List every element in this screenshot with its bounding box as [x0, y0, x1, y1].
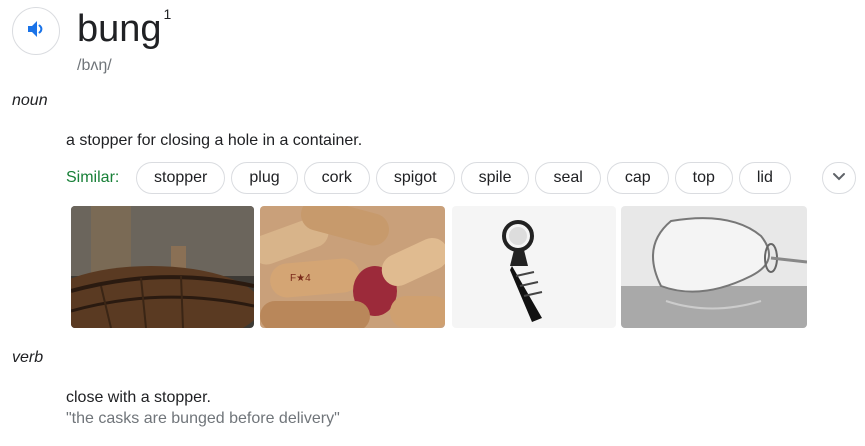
similar-chip-cork[interactable]: cork — [303, 162, 370, 194]
expand-similar-button[interactable] — [822, 162, 856, 194]
image-bottle-stopper[interactable] — [452, 206, 616, 328]
similar-chips: stopper plug cork spigot spile seal cap … — [136, 162, 791, 194]
similar-chip-seal[interactable]: seal — [535, 162, 601, 194]
similar-chip-top[interactable]: top — [674, 162, 733, 194]
noun-definition: a stopper for closing a hole in a contai… — [66, 132, 363, 149]
similar-chip-plug[interactable]: plug — [231, 162, 298, 194]
headword-text: bung — [77, 8, 162, 50]
similar-chip-spigot[interactable]: spigot — [375, 162, 455, 194]
part-of-speech-noun: noun — [12, 92, 48, 109]
speaker-volume-icon — [24, 17, 48, 46]
similar-label: Similar: — [66, 169, 120, 186]
similar-chip-lid[interactable]: lid — [738, 162, 791, 194]
similar-chip-cap[interactable]: cap — [606, 162, 669, 194]
similar-chip-stopper[interactable]: stopper — [136, 162, 226, 194]
verb-example: "the casks are bunged before delivery" — [66, 410, 340, 427]
image-barrel[interactable] — [71, 206, 254, 328]
image-corks[interactable]: F★4 — [260, 206, 445, 328]
similar-chip-spile[interactable]: spile — [460, 162, 530, 194]
headword: bung 1 — [77, 6, 171, 59]
homograph-number: 1 — [163, 6, 172, 22]
chevron-down-icon — [831, 168, 847, 189]
part-of-speech-verb: verb — [12, 349, 44, 366]
svg-text:F★4: F★4 — [290, 273, 311, 284]
verb-definition: close with a stopper. — [66, 389, 211, 406]
phonetic-spelling: /bʌŋ/ — [77, 57, 112, 74]
image-wine-glass[interactable] — [621, 206, 807, 328]
pronunciation-button[interactable] — [12, 7, 60, 55]
